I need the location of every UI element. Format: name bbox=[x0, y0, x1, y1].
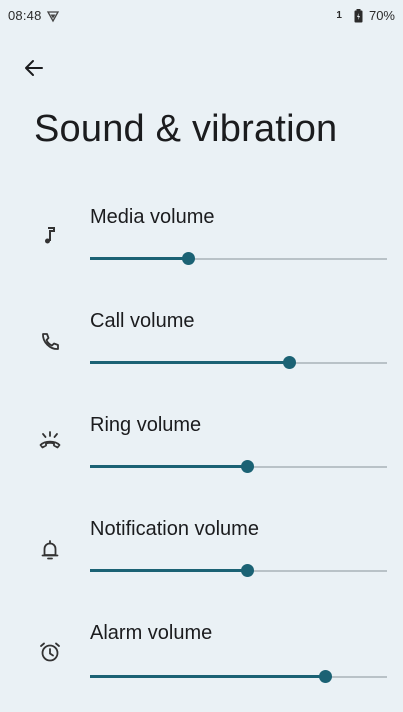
alarm-volume-slider[interactable] bbox=[90, 669, 387, 685]
slider-fill bbox=[90, 257, 188, 260]
notification-volume-row: Notification volume bbox=[0, 508, 403, 608]
alarm-volume-label: Alarm volume bbox=[90, 622, 213, 644]
ring-volume-row: Ring volume bbox=[0, 404, 403, 504]
ring-volume-label: Ring volume bbox=[90, 414, 202, 436]
notification-volume-slider[interactable] bbox=[90, 563, 387, 579]
battery-icon bbox=[354, 8, 363, 22]
notification-volume-label: Notification volume bbox=[90, 518, 259, 540]
slider-fill bbox=[90, 465, 248, 468]
slider-thumb[interactable] bbox=[241, 564, 255, 577]
status-time: 08:48 bbox=[8, 8, 42, 23]
media-volume-label: Media volume bbox=[90, 206, 215, 228]
sim-indicator: 1 bbox=[336, 10, 342, 21]
alarm-volume-row: Alarm volume bbox=[0, 612, 403, 712]
slider-thumb[interactable] bbox=[282, 356, 296, 369]
slider-fill bbox=[90, 675, 325, 678]
slider-thumb[interactable] bbox=[241, 460, 255, 473]
call-volume-label: Call volume bbox=[90, 310, 195, 332]
phone-icon bbox=[42, 333, 59, 350]
arrow-back-icon bbox=[25, 60, 43, 76]
music-note-icon bbox=[45, 227, 55, 244]
back-button[interactable] bbox=[24, 54, 56, 82]
slider-thumb[interactable] bbox=[318, 670, 332, 683]
ringing-phone-icon bbox=[39, 431, 61, 449]
slider-thumb[interactable] bbox=[182, 252, 195, 265]
bell-icon bbox=[41, 540, 59, 560]
slider-fill bbox=[90, 569, 248, 572]
status-right-group: 1 70% bbox=[336, 8, 395, 23]
status-bar: 08:48 1 70% bbox=[0, 0, 403, 34]
call-volume-slider[interactable] bbox=[90, 355, 387, 371]
media-volume-slider[interactable] bbox=[90, 251, 387, 267]
media-volume-row: Media volume bbox=[0, 196, 403, 296]
call-volume-row: Call volume bbox=[0, 300, 403, 400]
battery-percent: 70% bbox=[368, 8, 395, 23]
page-title: Sound & vibration bbox=[34, 108, 338, 150]
slider-fill bbox=[90, 361, 289, 364]
ring-volume-slider[interactable] bbox=[90, 459, 387, 475]
vpn-shield-icon bbox=[46, 11, 60, 23]
alarm-clock-icon bbox=[40, 642, 60, 662]
